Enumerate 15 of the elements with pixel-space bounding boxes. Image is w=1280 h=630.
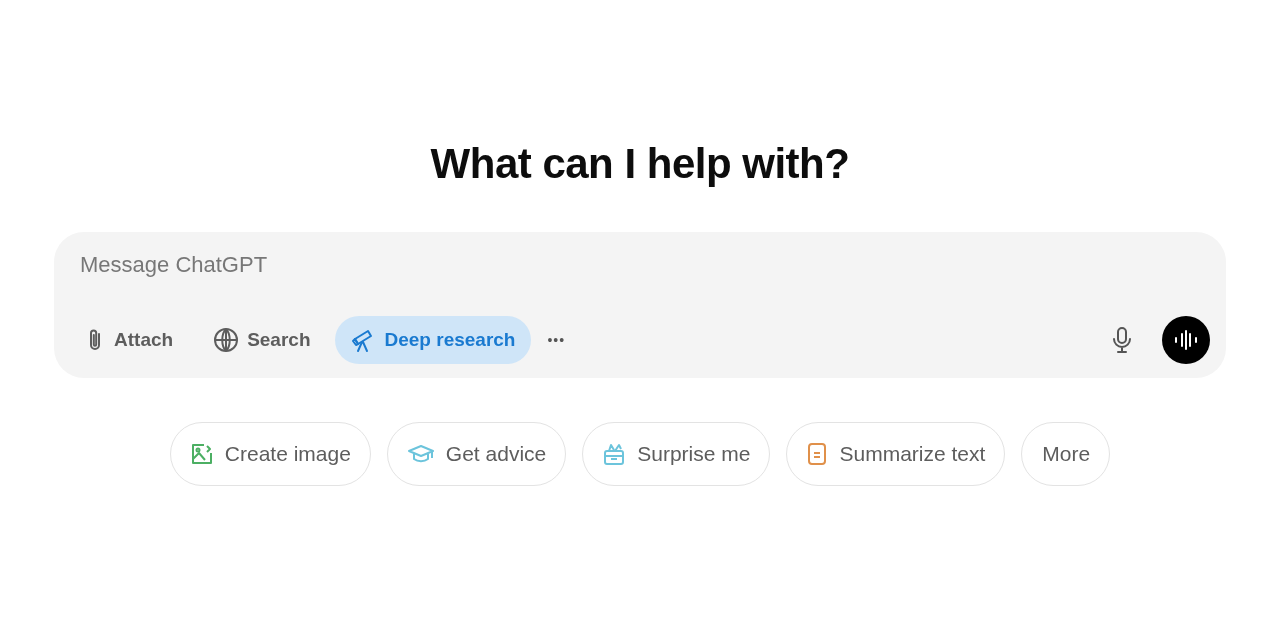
- sound-wave-icon: [1173, 329, 1199, 351]
- globe-icon: [213, 327, 240, 353]
- page-heading: What can I help with?: [430, 140, 850, 188]
- suggestion-chip[interactable]: Get advice: [386, 422, 567, 486]
- suggestion-chip[interactable]: Create image: [169, 422, 371, 486]
- more-options-button[interactable]: •••: [539, 324, 574, 356]
- microphone-icon[interactable]: [1110, 326, 1134, 354]
- message-input[interactable]: Message ChatGPT: [80, 252, 680, 278]
- suggestion-chip[interactable]: More: [1021, 422, 1111, 486]
- suggestion-chip[interactable]: Surprise me: [582, 422, 771, 486]
- suggestion-chip[interactable]: Summarize text: [786, 422, 1006, 486]
- tool-button[interactable]: Attach: [68, 316, 190, 364]
- tool-button[interactable]: Search: [197, 316, 327, 364]
- tool-button[interactable]: Deep research: [334, 316, 532, 364]
- voice-mode-button[interactable]: [1162, 316, 1210, 364]
